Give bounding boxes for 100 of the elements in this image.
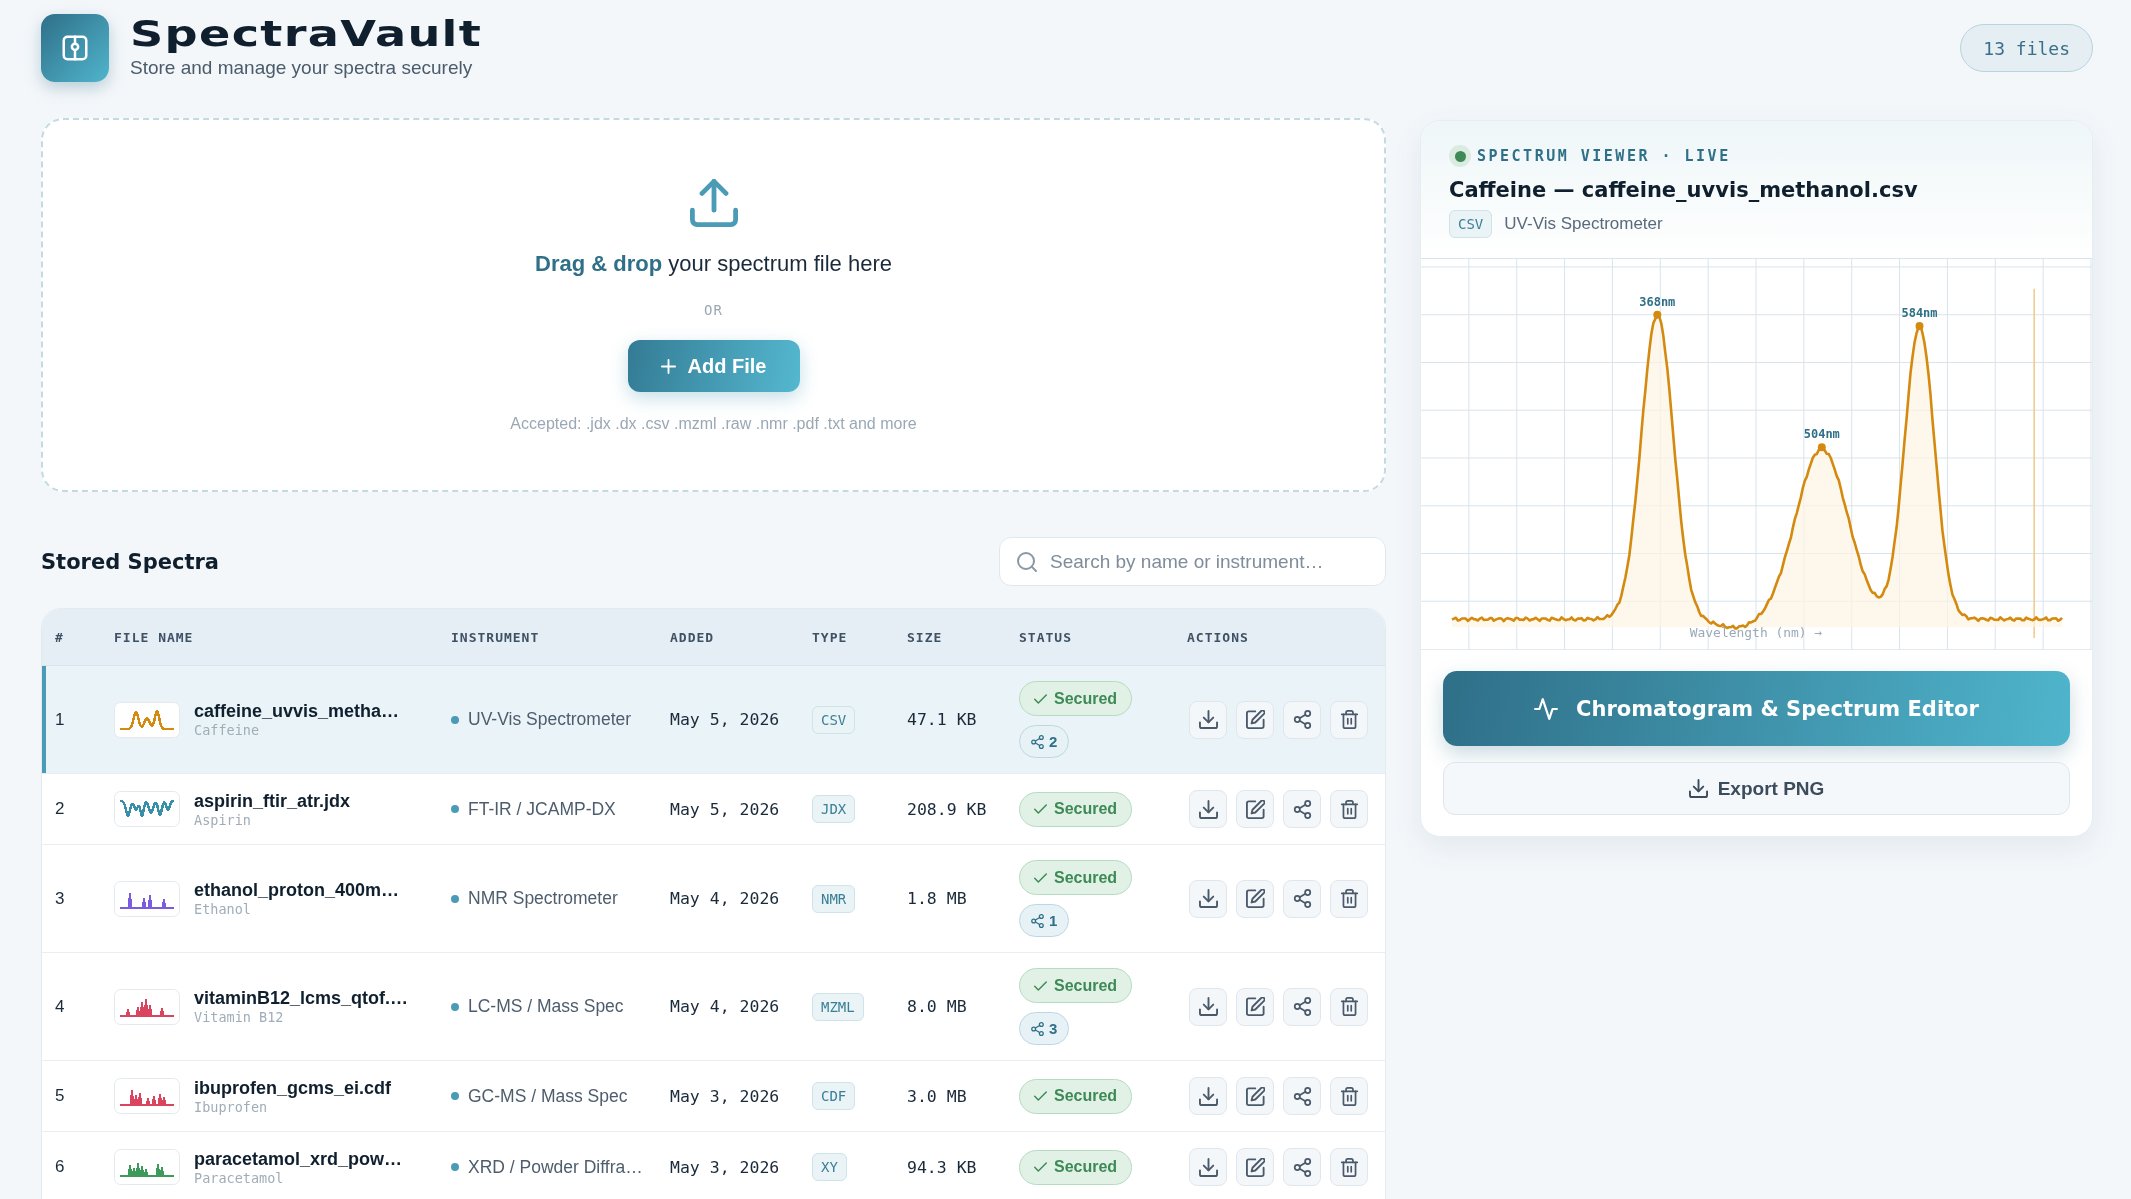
delete-button[interactable] xyxy=(1330,879,1368,918)
edit-button[interactable] xyxy=(1236,790,1274,828)
share-icon xyxy=(1292,710,1312,729)
share-button[interactable] xyxy=(1283,987,1321,1026)
share-count: 3 xyxy=(1049,1020,1058,1037)
row-number: 1 xyxy=(55,709,65,729)
file-type-tag: MZML xyxy=(812,992,864,1021)
pencil-icon xyxy=(1245,1157,1265,1177)
compound-name: Ibuprofen xyxy=(194,1098,269,1116)
table-row[interactable]: 5 ibuprofen_gcms_ei.cdf Ibuprofen GC-MS / Mass Spec May 3, 2026 CDF 3.0 MB Secured xyxy=(42,1061,1385,1132)
dot-icon xyxy=(451,1092,459,1100)
share-button[interactable] xyxy=(1283,700,1321,739)
pencil-icon xyxy=(1245,997,1265,1016)
file-type-tag: CSV xyxy=(812,705,856,734)
search-field[interactable]: Search by name or instrument… xyxy=(999,537,1386,586)
download-button[interactable] xyxy=(1189,700,1227,739)
trash-icon xyxy=(1339,710,1359,729)
status-label: Secured xyxy=(1054,689,1118,708)
compound-name: Paracetamol xyxy=(194,1169,285,1187)
delete-button[interactable] xyxy=(1330,1148,1368,1186)
peak-marker xyxy=(1817,443,1826,452)
column-header: ACTIONS xyxy=(1187,629,1249,645)
share-icon xyxy=(1292,997,1312,1016)
spectrum-sparkline-icon xyxy=(114,988,180,1025)
file-size: 47.1 KB xyxy=(907,710,977,729)
column-header: SIZE xyxy=(907,629,943,645)
share-count: 2 xyxy=(1049,733,1058,750)
delete-button[interactable] xyxy=(1330,987,1368,1026)
dot-icon xyxy=(451,1002,459,1011)
download-icon xyxy=(1198,799,1218,819)
trash-icon xyxy=(1339,1157,1359,1177)
search-icon xyxy=(1017,551,1037,572)
or-separator: OR xyxy=(704,301,723,319)
table-row[interactable]: 6 paracetamol_xrd_pow… Paracetamol XRD / Powder Diffra… May 3, 2026 XY 94.3 KB Secured xyxy=(42,1132,1385,1199)
date-added: May 5, 2026 xyxy=(670,799,780,819)
table-row[interactable]: 3 ethanol_proton_400m… Ethanol NMR Spectrometer May 4, 2026 NMR 1.8 MB Secured 1 xyxy=(42,845,1385,953)
instrument-name: UV-Vis Spectrometer xyxy=(468,709,632,730)
file-count-badge: 13 files xyxy=(1960,24,2093,72)
peak-marker xyxy=(1653,310,1662,319)
share-button[interactable] xyxy=(1283,879,1321,918)
file-size: 1.8 MB xyxy=(907,889,967,908)
viewer-title: Caffeine — caffeine_uvvis_methanol.csv xyxy=(1449,177,1919,204)
spectrum-sparkline-icon xyxy=(114,1149,180,1185)
share-icon xyxy=(1292,1086,1312,1106)
share-icon xyxy=(1031,913,1044,928)
trash-icon xyxy=(1339,889,1359,908)
spectrum-sparkline-icon xyxy=(114,791,180,827)
file-name: aspirin_ftir_atr.jdx xyxy=(194,789,351,812)
check-icon xyxy=(1034,872,1047,883)
file-name: caffeine_uvvis_metha… xyxy=(194,700,400,722)
table-row[interactable]: 1 caffeine_uvvis_metha… Caffeine UV-Vis Spectrometer May 5, 2026 CSV 47.1 KB Secured 2 xyxy=(42,666,1385,774)
edit-button[interactable] xyxy=(1236,1077,1274,1115)
edit-button[interactable] xyxy=(1236,700,1274,739)
edit-button[interactable] xyxy=(1236,987,1274,1026)
status-label: Secured xyxy=(1054,868,1118,887)
download-button[interactable] xyxy=(1189,1077,1227,1115)
check-icon xyxy=(1034,980,1047,991)
app-subtitle: Store and manage your spectra securely xyxy=(130,56,473,80)
share-button[interactable] xyxy=(1283,1077,1321,1115)
column-header: TYPE xyxy=(812,629,848,645)
file-size: 3.0 MB xyxy=(907,1086,967,1106)
share-button[interactable] xyxy=(1283,790,1321,828)
download-button[interactable] xyxy=(1189,1148,1227,1186)
instrument-name: NMR Spectrometer xyxy=(468,888,618,909)
delete-button[interactable] xyxy=(1330,700,1368,739)
share-button[interactable] xyxy=(1283,1148,1321,1186)
column-header: ADDED xyxy=(670,629,715,645)
column-header: INSTRUMENT xyxy=(451,629,540,645)
export-button[interactable]: Export PNG xyxy=(1443,762,2070,815)
viewer-label: SPECTRUM VIEWER · LIVE xyxy=(1477,147,1731,165)
dot-icon xyxy=(451,805,459,813)
dot-icon xyxy=(451,894,459,903)
table-row[interactable]: 2 aspirin_ftir_atr.jdx Aspirin FT-IR / JCAMP-DX May 5, 2026 JDX 208.9 KB Secured xyxy=(42,774,1385,845)
download-button[interactable] xyxy=(1189,987,1227,1026)
download-icon xyxy=(1198,889,1218,908)
edit-button[interactable] xyxy=(1236,1148,1274,1186)
accepted-formats: Accepted: .jdx .dx .csv .mzml .raw .nmr .pdf .txt and more xyxy=(510,414,917,434)
peak-label: 504nm xyxy=(1803,427,1840,442)
delete-button[interactable] xyxy=(1330,790,1368,828)
spectrum-sparkline-icon xyxy=(114,701,180,738)
upload-prompt: Drag & drop your spectrum file here xyxy=(535,250,892,278)
instrument-name: XRD / Powder Diffra… xyxy=(468,1156,643,1178)
download-button[interactable] xyxy=(1189,790,1227,828)
row-number: 4 xyxy=(55,996,65,1016)
row-number: 5 xyxy=(55,1086,65,1105)
date-added: May 3, 2026 xyxy=(670,1157,780,1177)
compound-name: Aspirin xyxy=(194,811,252,829)
edit-button[interactable] xyxy=(1236,879,1274,918)
table-row[interactable]: 4 vitaminB12_lcms_qtof.… Vitamin B12 LC-MS / Mass Spec May 4, 2026 MZML 8.0 MB Secured 3 xyxy=(42,953,1385,1061)
upload-dropzone[interactable]: Drag & drop your spectrum file here OR Add File Accepted: .jdx .dx .csv .mzml .raw .nmr .pdf .txt and more xyxy=(41,118,1386,492)
compound-name: Caffeine xyxy=(194,722,261,739)
instrument-name: FT-IR / JCAMP-DX xyxy=(468,798,616,820)
file-type-tag: CDF xyxy=(812,1082,856,1110)
editor-button[interactable]: Chromatogram & Spectrum Editor xyxy=(1443,671,2070,746)
trash-icon xyxy=(1339,799,1359,819)
delete-button[interactable] xyxy=(1330,1077,1368,1115)
file-name: vitaminB12_lcms_qtof.… xyxy=(194,987,409,1009)
check-icon xyxy=(1034,1091,1047,1101)
file-size: 208.9 KB xyxy=(907,799,987,819)
download-button[interactable] xyxy=(1189,879,1227,918)
